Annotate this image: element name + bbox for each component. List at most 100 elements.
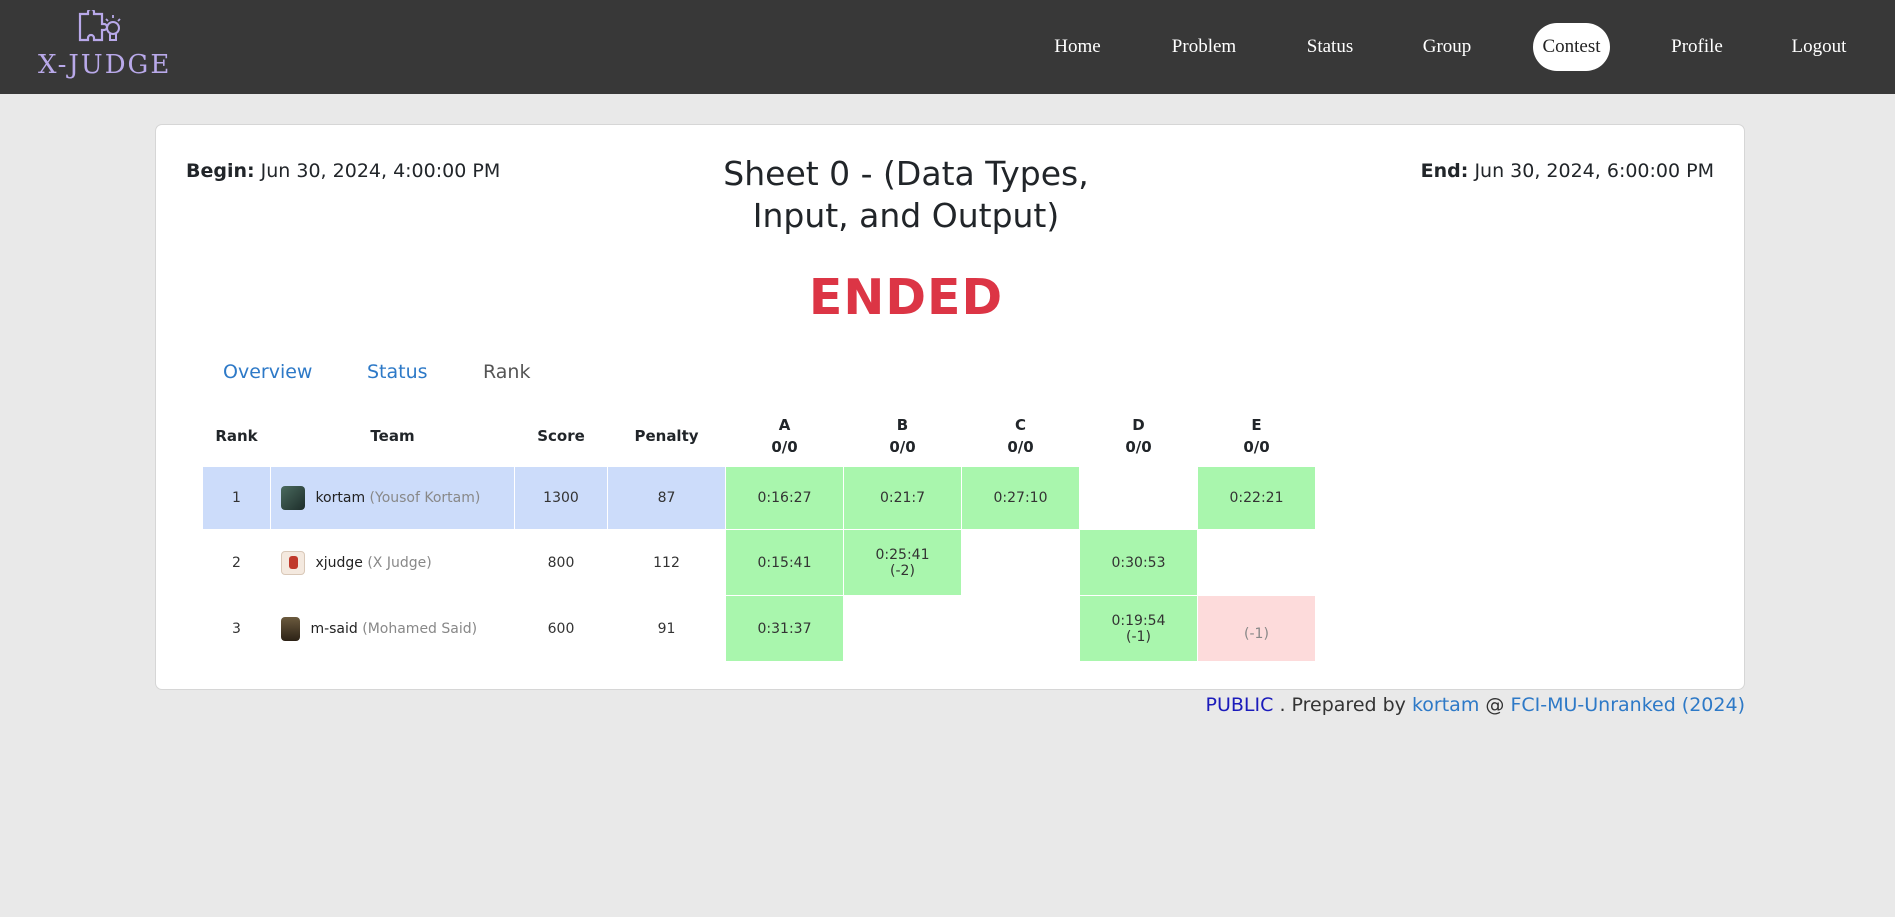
- rank-cell: 3: [232, 620, 241, 637]
- nav-profile[interactable]: Profile: [1667, 23, 1727, 71]
- wrong-tries: (-1): [1126, 628, 1151, 645]
- problem-solved: 0/0: [889, 438, 916, 456]
- team-fullname: (X Judge): [367, 554, 432, 571]
- nav-home[interactable]: Home: [1046, 23, 1109, 71]
- brand-name: X-JUDGE: [38, 50, 172, 80]
- problem-letter: A: [778, 416, 791, 434]
- problem-solved: 0/0: [771, 438, 798, 456]
- at-sign: @: [1485, 694, 1505, 716]
- solve-time: 0:16:27: [757, 490, 812, 506]
- problem-cell-d: [1080, 467, 1197, 529]
- nav-status[interactable]: Status: [1300, 23, 1360, 71]
- header-problem-d[interactable]: D 0/0: [1080, 406, 1197, 466]
- avatar: [281, 550, 305, 575]
- header-score: Score: [537, 427, 585, 445]
- problem-cell-c: 0:27:10: [962, 467, 1079, 529]
- contest-state: ENDED: [808, 269, 1004, 326]
- wrong-tries: (-1): [1244, 625, 1269, 642]
- rank-table: Rank Team Score Penalty A 0/0 B 0/0 C 0/…: [202, 405, 1316, 662]
- problem-cell-d: 0:30:53: [1080, 530, 1197, 595]
- solve-time: 0:27:10: [993, 490, 1048, 506]
- team-fullname: (Yousof Kortam): [369, 490, 481, 506]
- problem-cell-a: 0:16:27: [726, 467, 843, 529]
- wrong-tries: (-2): [890, 562, 915, 579]
- problem-cell-e: [1198, 530, 1315, 595]
- header-team: Team: [370, 427, 415, 445]
- site-logo[interactable]: X-JUDGE: [38, 10, 172, 82]
- problem-cell-e: (-1): [1198, 596, 1315, 661]
- end-value: Jun 30, 2024, 6:00:00 PM: [1474, 160, 1714, 182]
- score-cell: 1300: [515, 467, 607, 529]
- header-problem-c[interactable]: C 0/0: [962, 406, 1079, 466]
- contest-end: End: Jun 30, 2024, 6:00:00 PM: [1421, 160, 1714, 182]
- nav-logout[interactable]: Logout: [1789, 23, 1849, 71]
- problem-cell-c: [962, 596, 1079, 661]
- problem-letter: E: [1251, 416, 1262, 434]
- puzzle-lightbulb-icon: [78, 10, 121, 42]
- avatar: [281, 616, 300, 641]
- team-username[interactable]: kortam: [315, 490, 365, 506]
- problem-solved: 0/0: [1007, 438, 1034, 456]
- solve-time: 0:31:37: [757, 620, 812, 637]
- tab-rank[interactable]: Rank: [483, 361, 530, 383]
- tab-status[interactable]: Status: [367, 361, 428, 383]
- team-cell[interactable]: kortam (Yousof Kortam): [271, 467, 514, 529]
- prepared-by-text: . Prepared by: [1279, 694, 1406, 716]
- problem-letter: C: [1014, 416, 1026, 434]
- contest-card: Begin: Jun 30, 2024, 4:00:00 PM End: Jun…: [155, 124, 1745, 690]
- visibility-badge: PUBLIC: [1205, 694, 1274, 716]
- nav-contest[interactable]: Contest: [1533, 23, 1610, 71]
- begin-value: Jun 30, 2024, 4:00:00 PM: [260, 160, 501, 182]
- header-problem-b[interactable]: B 0/0: [844, 406, 961, 466]
- table-row: 1 kortam (Yousof Kortam) 1300 87 0:16:27…: [203, 467, 1315, 529]
- score-cell: 600: [547, 620, 575, 637]
- problem-letter: B: [896, 416, 909, 434]
- solve-time: 0:19:54: [1111, 612, 1166, 629]
- solve-time: 0:25:41: [875, 546, 930, 563]
- group-link[interactable]: FCI-MU-Unranked (2024): [1510, 694, 1745, 716]
- header-problem-a[interactable]: A 0/0: [726, 406, 843, 466]
- team-cell[interactable]: xjudge (X Judge): [271, 530, 514, 595]
- table-header-row: Rank Team Score Penalty A 0/0 B 0/0 C 0/…: [203, 406, 1315, 466]
- penalty-cell: 112: [653, 554, 680, 571]
- contest-footer: PUBLIC . Prepared by kortam @ FCI-MU-Unr…: [1206, 694, 1745, 716]
- solve-time: 0:22:21: [1229, 490, 1284, 506]
- penalty-cell: 87: [608, 467, 725, 529]
- contest-begin: Begin: Jun 30, 2024, 4:00:00 PM: [186, 160, 500, 182]
- author-link[interactable]: kortam: [1412, 694, 1479, 716]
- team-fullname: (Mohamed Said): [362, 620, 478, 637]
- solve-time: 0:30:53: [1111, 554, 1166, 571]
- penalty-cell: 91: [657, 620, 676, 637]
- problem-cell-b: [844, 596, 961, 661]
- team-username[interactable]: m-said: [310, 621, 357, 637]
- solve-time: 0:21:7: [879, 490, 926, 506]
- solve-time: 0:15:41: [757, 554, 812, 571]
- table-row: 2 xjudge (X Judge) 800 112 0:15:41 0:25:…: [203, 530, 1315, 595]
- header-penalty: Penalty: [634, 427, 699, 445]
- team-username[interactable]: xjudge: [315, 555, 362, 571]
- problem-solved: 0/0: [1243, 438, 1270, 456]
- begin-label: Begin:: [186, 160, 255, 182]
- problem-cell-e: 0:22:21: [1198, 467, 1315, 529]
- top-navbar: X-JUDGE Home Problem Status Group Contes…: [0, 0, 1895, 94]
- problem-cell-d: 0:19:54 (-1): [1080, 596, 1197, 661]
- problem-solved: 0/0: [1125, 438, 1152, 456]
- header-rank: Rank: [215, 427, 258, 445]
- problem-letter: D: [1132, 416, 1145, 434]
- score-cell: 800: [547, 554, 575, 571]
- table-row: 3 m-said (Mohamed Said) 600 91 0:31:37 0…: [203, 596, 1315, 661]
- problem-cell-b: 0:25:41 (-2): [844, 530, 961, 595]
- problem-cell-b: 0:21:7: [844, 467, 961, 529]
- rank-cell: 2: [232, 554, 241, 571]
- problem-cell-a: 0:15:41: [726, 530, 843, 595]
- rank-cell: 1: [203, 467, 270, 529]
- problem-cell-a: 0:31:37: [726, 596, 843, 661]
- avatar: [281, 486, 305, 510]
- contest-title: Sheet 0 - (Data Types, Input, and Output…: [723, 154, 1089, 235]
- nav-group[interactable]: Group: [1416, 23, 1478, 71]
- team-cell[interactable]: m-said (Mohamed Said): [271, 596, 514, 661]
- nav-problem[interactable]: Problem: [1166, 23, 1242, 71]
- tab-overview[interactable]: Overview: [223, 361, 312, 383]
- end-label: End:: [1420, 160, 1469, 182]
- header-problem-e[interactable]: E 0/0: [1198, 406, 1315, 466]
